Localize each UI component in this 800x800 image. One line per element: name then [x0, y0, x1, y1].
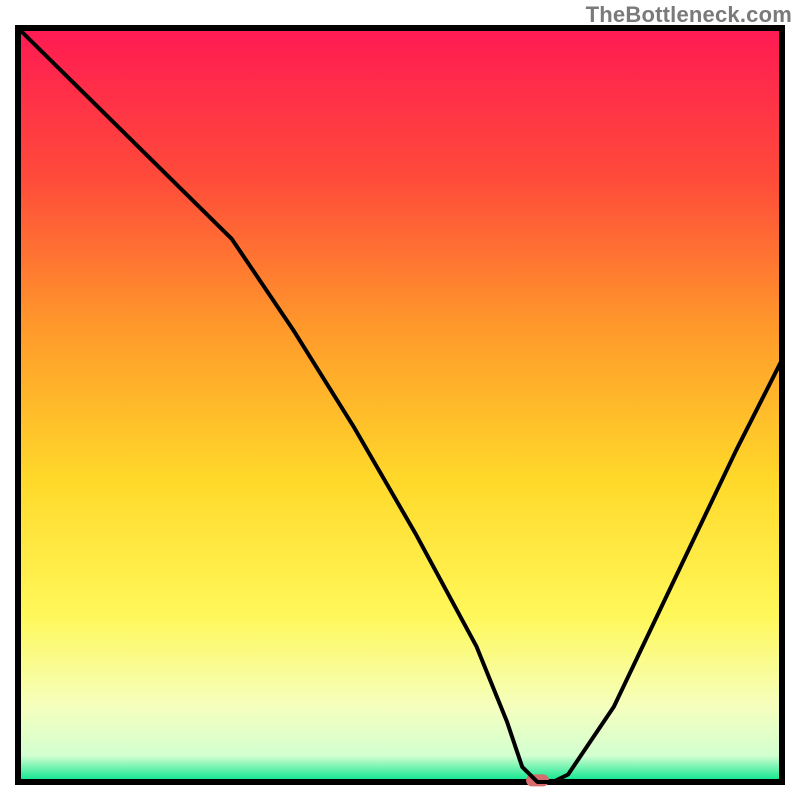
chart-canvas	[0, 0, 800, 800]
bottleneck-chart: TheBottleneck.com	[0, 0, 800, 800]
